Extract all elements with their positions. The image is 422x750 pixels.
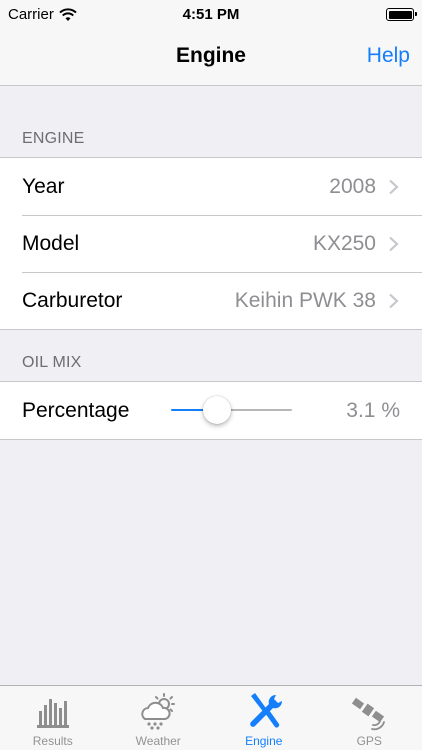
tab-gps-label: GPS xyxy=(356,734,382,748)
slider-thumb[interactable] xyxy=(202,396,231,424)
engine-section-header: ENGINE xyxy=(22,130,85,147)
oil-mix-section-header: OIL MIX xyxy=(22,354,82,371)
engine-settings-group: Year 2008 Model KX250 Carburetor Keihin … xyxy=(0,157,422,330)
tab-gps[interactable]: GPS xyxy=(317,686,422,750)
year-row[interactable]: Year 2008 xyxy=(0,158,422,215)
page-title: Engine xyxy=(175,44,246,67)
wrench-screwdriver-icon xyxy=(249,693,282,728)
model-value: KX250 xyxy=(312,231,376,255)
tab-results-label: Results xyxy=(32,734,73,748)
chevron-right-icon xyxy=(389,293,399,309)
tab-results[interactable]: Results xyxy=(0,686,106,750)
chevron-right-icon xyxy=(389,236,399,252)
tab-engine[interactable]: Engine xyxy=(211,686,317,750)
weather-cloud-sun-icon xyxy=(141,693,176,730)
year-label: Year xyxy=(22,174,65,198)
percentage-value: 3.1 % xyxy=(346,398,400,422)
year-value: 2008 xyxy=(329,174,376,198)
model-label: Model xyxy=(22,231,80,255)
tab-weather[interactable]: Weather xyxy=(106,686,212,750)
carburetor-row[interactable]: Carburetor Keihin PWK 38 xyxy=(0,272,422,329)
status-time: 4:51 PM xyxy=(182,6,240,23)
chevron-right-icon xyxy=(389,179,399,195)
percentage-row: Percentage 3.1 % xyxy=(0,382,422,439)
navigation-bar: Engine Help xyxy=(0,30,422,86)
oil-mix-group: Percentage 3.1 % xyxy=(0,381,422,440)
tab-weather-label: Weather xyxy=(135,734,181,748)
percentage-label: Percentage xyxy=(22,398,130,422)
percentage-slider[interactable] xyxy=(171,396,292,424)
model-row[interactable]: Model KX250 xyxy=(0,215,422,272)
tab-bar: Results Weather Engine GPS xyxy=(0,685,422,750)
status-bar: Carrier 4:51 PM xyxy=(0,0,422,30)
carburetor-value: Keihin PWK 38 xyxy=(234,288,376,312)
battery-icon xyxy=(386,8,417,21)
carburetor-label: Carburetor xyxy=(22,288,123,312)
bar-chart-icon xyxy=(36,699,69,728)
help-button[interactable]: Help xyxy=(367,44,410,68)
satellite-icon xyxy=(352,697,386,731)
tab-engine-label: Engine xyxy=(245,734,283,748)
